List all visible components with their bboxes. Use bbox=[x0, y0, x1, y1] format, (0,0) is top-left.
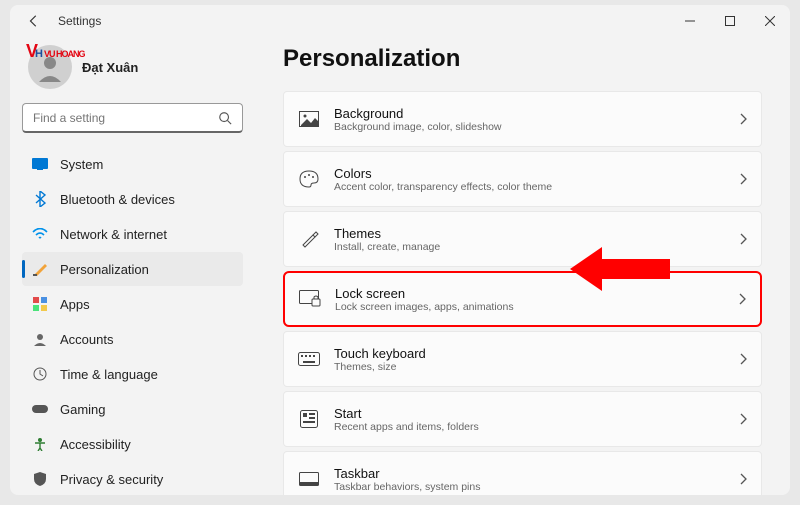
sidebar-item-privacy[interactable]: Privacy & security bbox=[22, 462, 243, 495]
system-icon bbox=[32, 156, 48, 172]
titlebar-label: Settings bbox=[58, 14, 101, 28]
sidebar-item-label: System bbox=[60, 157, 103, 172]
close-button[interactable] bbox=[750, 5, 790, 37]
sidebar: VH VU HOANG Đạt Xuân System Bluetooth & … bbox=[10, 37, 255, 495]
chevron-right-icon bbox=[739, 173, 747, 185]
apps-icon bbox=[32, 296, 48, 312]
clock-icon bbox=[32, 366, 48, 382]
sidebar-item-accessibility[interactable]: Accessibility bbox=[22, 427, 243, 461]
accessibility-icon bbox=[32, 436, 48, 452]
bluetooth-icon bbox=[32, 191, 48, 207]
sidebar-item-label: Accounts bbox=[60, 332, 113, 347]
minimize-button[interactable] bbox=[670, 5, 710, 37]
card-title: Themes bbox=[334, 226, 739, 241]
chevron-right-icon bbox=[738, 293, 746, 305]
keyboard-icon bbox=[298, 352, 320, 366]
maximize-button[interactable] bbox=[710, 5, 750, 37]
chevron-right-icon bbox=[739, 113, 747, 125]
card-title: Lock screen bbox=[335, 286, 738, 301]
sidebar-item-gaming[interactable]: Gaming bbox=[22, 392, 243, 426]
sidebar-item-system[interactable]: System bbox=[22, 147, 243, 181]
back-button[interactable] bbox=[18, 5, 50, 37]
sidebar-item-label: Accessibility bbox=[60, 437, 131, 452]
search-box[interactable] bbox=[22, 103, 243, 133]
main-panel: Personalization BackgroundBackground ima… bbox=[255, 37, 790, 495]
accounts-icon bbox=[32, 331, 48, 347]
sidebar-item-label: Gaming bbox=[60, 402, 106, 417]
sidebar-item-time[interactable]: Time & language bbox=[22, 357, 243, 391]
search-icon bbox=[218, 111, 232, 125]
card-touch-keyboard[interactable]: Touch keyboardThemes, size bbox=[283, 331, 762, 387]
paintbrush-icon bbox=[32, 261, 48, 277]
lock-screen-icon bbox=[299, 290, 321, 308]
sidebar-item-personalization[interactable]: Personalization bbox=[22, 252, 243, 286]
username: Đạt Xuân bbox=[82, 60, 138, 75]
chevron-right-icon bbox=[739, 413, 747, 425]
image-icon bbox=[298, 111, 320, 127]
sidebar-item-accounts[interactable]: Accounts bbox=[22, 322, 243, 356]
sidebar-item-apps[interactable]: Apps bbox=[22, 287, 243, 321]
watermark-logo: VH VU HOANG bbox=[26, 41, 84, 62]
brush-icon bbox=[298, 229, 320, 249]
sidebar-item-label: Privacy & security bbox=[60, 472, 163, 487]
chevron-right-icon bbox=[739, 233, 747, 245]
card-desc: Background image, color, slideshow bbox=[334, 121, 739, 133]
palette-icon bbox=[298, 170, 320, 188]
profile[interactable]: VH VU HOANG Đạt Xuân bbox=[28, 45, 237, 89]
chevron-right-icon bbox=[739, 473, 747, 485]
sidebar-item-network[interactable]: Network & internet bbox=[22, 217, 243, 251]
sidebar-item-bluetooth[interactable]: Bluetooth & devices bbox=[22, 182, 243, 216]
card-desc: Accent color, transparency effects, colo… bbox=[334, 181, 739, 193]
card-title: Colors bbox=[334, 166, 739, 181]
card-background[interactable]: BackgroundBackground image, color, slide… bbox=[283, 91, 762, 147]
sidebar-item-label: Personalization bbox=[60, 262, 149, 277]
card-title: Background bbox=[334, 106, 739, 121]
card-themes[interactable]: ThemesInstall, create, manage bbox=[283, 211, 762, 267]
sidebar-item-label: Apps bbox=[60, 297, 90, 312]
wifi-icon bbox=[32, 226, 48, 242]
card-colors[interactable]: ColorsAccent color, transparency effects… bbox=[283, 151, 762, 207]
titlebar: Settings bbox=[10, 5, 790, 37]
card-desc: Lock screen images, apps, animations bbox=[335, 301, 738, 313]
sidebar-item-label: Network & internet bbox=[60, 227, 167, 242]
taskbar-icon bbox=[298, 472, 320, 486]
sidebar-item-label: Time & language bbox=[60, 367, 158, 382]
sidebar-item-label: Bluetooth & devices bbox=[60, 192, 175, 207]
shield-icon bbox=[32, 471, 48, 487]
card-title: Start bbox=[334, 406, 739, 421]
chevron-right-icon bbox=[739, 353, 747, 365]
settings-window: Settings VH VU HOANG Đạt Xuân bbox=[10, 5, 790, 495]
gaming-icon bbox=[32, 401, 48, 417]
card-title: Touch keyboard bbox=[334, 346, 739, 361]
nav-list: System Bluetooth & devices Network & int… bbox=[22, 147, 243, 495]
card-desc: Recent apps and items, folders bbox=[334, 421, 739, 433]
card-lock-screen[interactable]: Lock screenLock screen images, apps, ani… bbox=[283, 271, 762, 327]
card-taskbar[interactable]: TaskbarTaskbar behaviors, system pins bbox=[283, 451, 762, 495]
search-input[interactable] bbox=[33, 111, 218, 125]
card-start[interactable]: StartRecent apps and items, folders bbox=[283, 391, 762, 447]
card-desc: Themes, size bbox=[334, 361, 739, 373]
page-title: Personalization bbox=[283, 45, 762, 73]
card-desc: Install, create, manage bbox=[334, 241, 739, 253]
start-icon bbox=[298, 410, 320, 428]
card-desc: Taskbar behaviors, system pins bbox=[334, 481, 739, 493]
card-title: Taskbar bbox=[334, 466, 739, 481]
